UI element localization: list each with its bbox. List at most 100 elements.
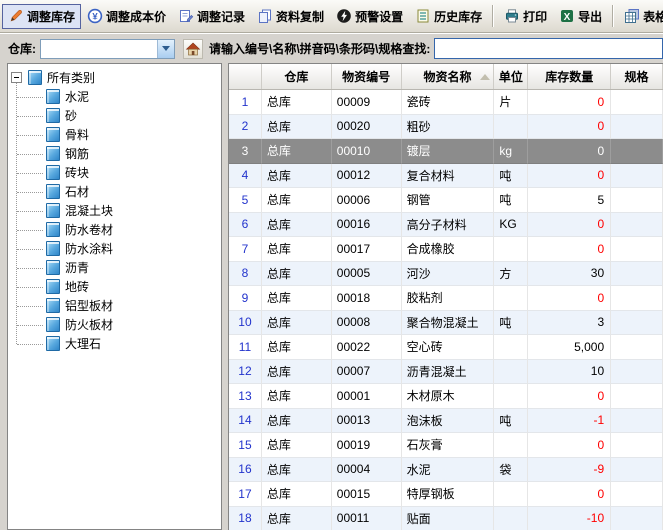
table-row[interactable]: 5总库00006钢管吨5 bbox=[229, 188, 663, 213]
toolbar-button-alert[interactable]: 预警设置 bbox=[330, 4, 409, 29]
cell-qty: -10 bbox=[528, 507, 611, 530]
category-icon bbox=[46, 241, 60, 256]
table-row[interactable]: 13总库00001木材原木0 bbox=[229, 384, 663, 409]
table-row[interactable]: 1总库00009瓷砖片0 bbox=[229, 90, 663, 115]
toolbar-button-label: 导出 bbox=[578, 8, 602, 25]
table-row[interactable]: 3总库00010镀层kg0 bbox=[229, 139, 663, 164]
cell-spec bbox=[611, 188, 663, 213]
column-header-库存数量[interactable]: 库存数量 bbox=[528, 64, 611, 89]
tree-item-label: 大理石 bbox=[65, 335, 101, 352]
cell-qty: 0 bbox=[528, 433, 611, 458]
cell-spec bbox=[611, 507, 663, 530]
alert-icon bbox=[336, 8, 352, 24]
table-body: 1总库00009瓷砖片02总库00020粗砂03总库00010镀层kg04总库0… bbox=[229, 90, 663, 530]
column-header-物资编号[interactable]: 物资编号 bbox=[332, 64, 402, 89]
cell-unit: kg bbox=[494, 139, 528, 164]
table-row[interactable]: 17总库00015特厚钢板0 bbox=[229, 482, 663, 507]
table-row[interactable]: 9总库00018胶粘剂0 bbox=[229, 286, 663, 311]
tree-item-label: 砖块 bbox=[65, 164, 89, 181]
tree-item[interactable]: 铝型板材 bbox=[8, 296, 113, 315]
column-header-物资名称[interactable]: 物资名称 bbox=[402, 64, 495, 89]
search-input[interactable] bbox=[434, 38, 663, 59]
cell-spec bbox=[611, 433, 663, 458]
table-row[interactable]: 7总库00017合成橡胶0 bbox=[229, 237, 663, 262]
column-header-单位[interactable]: 单位 bbox=[494, 64, 528, 89]
tree-item[interactable]: 沥青 bbox=[8, 258, 89, 277]
tree-item[interactable]: 钢筋 bbox=[8, 144, 89, 163]
table-row[interactable]: 18总库00011贴面-10 bbox=[229, 507, 663, 530]
cell-code: 00013 bbox=[332, 409, 402, 434]
tree-item[interactable]: 防火板材 bbox=[8, 315, 113, 334]
cell-unit bbox=[494, 286, 528, 311]
filter-bar: 仓库: 请输入编号\名称\拼音码\条形码\规格查找: bbox=[0, 33, 663, 63]
table-row[interactable]: 14总库00013泡沫板吨-1 bbox=[229, 409, 663, 434]
cell-name: 高分子材料 bbox=[402, 213, 495, 238]
cell-warehouse: 总库 bbox=[262, 262, 332, 287]
cell-name: 聚合物混凝土 bbox=[402, 311, 495, 336]
cell-qty: -9 bbox=[528, 458, 611, 483]
tree-item[interactable]: 防水卷材 bbox=[8, 220, 113, 239]
table-row[interactable]: 10总库00008聚合物混凝土吨3 bbox=[229, 311, 663, 336]
table-row[interactable]: 4总库00012复合材料吨0 bbox=[229, 164, 663, 189]
column-header-仓库[interactable]: 仓库 bbox=[262, 64, 332, 89]
cell-unit bbox=[494, 384, 528, 409]
cell-code: 00017 bbox=[332, 237, 402, 262]
cell-name: 胶粘剂 bbox=[402, 286, 495, 311]
table-row[interactable]: 16总库00004水泥袋-9 bbox=[229, 458, 663, 483]
warehouse-combobox[interactable] bbox=[40, 39, 175, 59]
table-row[interactable]: 11总库00022空心砖5,000 bbox=[229, 335, 663, 360]
chevron-down-icon bbox=[162, 46, 170, 51]
tree-item[interactable]: 大理石 bbox=[8, 334, 101, 353]
cell-unit bbox=[494, 507, 528, 530]
toolbar-button-history[interactable]: 历史库存 bbox=[409, 4, 488, 29]
tree-item[interactable]: 混凝土块 bbox=[8, 201, 113, 220]
cell-num: 3 bbox=[229, 139, 262, 164]
tree-item[interactable]: 石材 bbox=[8, 182, 89, 201]
cell-unit: 吨 bbox=[494, 188, 528, 213]
cell-spec bbox=[611, 482, 663, 507]
cell-warehouse: 总库 bbox=[262, 286, 332, 311]
cell-qty: 0 bbox=[528, 384, 611, 409]
cell-warehouse: 总库 bbox=[262, 139, 332, 164]
cell-num: 7 bbox=[229, 237, 262, 262]
toolbar-button-excel[interactable]: X导出 bbox=[553, 4, 608, 29]
tree-item-label: 砂 bbox=[65, 107, 77, 124]
cell-name: 水泥 bbox=[402, 458, 495, 483]
toolbar-button-copy[interactable]: 资料复制 bbox=[251, 4, 330, 29]
tree-item-root[interactable]: 所有类别 bbox=[8, 68, 95, 87]
cell-unit: 吨 bbox=[494, 164, 528, 189]
column-header-规格[interactable]: 规格 bbox=[611, 64, 663, 89]
cell-num: 1 bbox=[229, 90, 262, 115]
tree-item[interactable]: 砂 bbox=[8, 106, 77, 125]
table-row[interactable]: 6总库00016高分子材料KG0 bbox=[229, 213, 663, 238]
cell-unit: 片 bbox=[494, 90, 528, 115]
toolbar-button-edit-record[interactable]: 调整记录 bbox=[172, 4, 251, 29]
cell-warehouse: 总库 bbox=[262, 90, 332, 115]
copy-icon bbox=[257, 8, 273, 24]
tree-item[interactable]: 水泥 bbox=[8, 87, 89, 106]
category-icon bbox=[46, 336, 60, 351]
table-row[interactable]: 15总库00019石灰膏0 bbox=[229, 433, 663, 458]
cell-name: 粗砂 bbox=[402, 115, 495, 140]
cell-unit bbox=[494, 433, 528, 458]
home-button[interactable] bbox=[183, 39, 203, 59]
cell-qty: 5 bbox=[528, 188, 611, 213]
toolbar-button-table-settings[interactable]: 表格设置 bbox=[618, 4, 663, 29]
cell-warehouse: 总库 bbox=[262, 482, 332, 507]
table-row[interactable]: 2总库00020粗砂0 bbox=[229, 115, 663, 140]
tree-item[interactable]: 地砖 bbox=[8, 277, 89, 296]
category-icon bbox=[28, 70, 42, 85]
table-row[interactable]: 8总库00005河沙方30 bbox=[229, 262, 663, 287]
toolbar-button-yen[interactable]: ¥调整成本价 bbox=[81, 4, 172, 29]
toolbar-button-print[interactable]: 打印 bbox=[498, 4, 553, 29]
tree-item[interactable]: 骨料 bbox=[8, 125, 89, 144]
table-row[interactable]: 12总库00007沥青混凝土10 bbox=[229, 360, 663, 385]
cell-spec bbox=[611, 213, 663, 238]
category-icon bbox=[46, 89, 60, 104]
column-header-rownum[interactable] bbox=[229, 64, 262, 89]
combobox-dropdown-button[interactable] bbox=[157, 40, 174, 58]
category-icon bbox=[46, 184, 60, 199]
tree-item[interactable]: 砖块 bbox=[8, 163, 89, 182]
toolbar-button-pencil[interactable]: 调整库存 bbox=[2, 4, 81, 29]
tree-item[interactable]: 防水涂料 bbox=[8, 239, 113, 258]
